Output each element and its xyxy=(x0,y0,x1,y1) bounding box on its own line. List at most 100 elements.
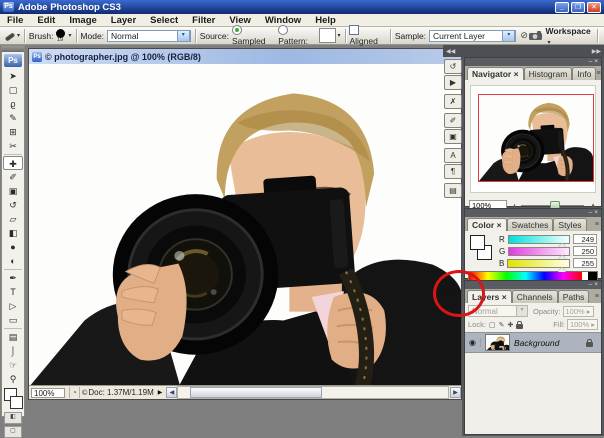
horizontal-scrollbar[interactable] xyxy=(177,386,449,399)
quick-mask-button[interactable]: ◧ xyxy=(4,412,22,424)
toolbox-grip[interactable] xyxy=(2,46,24,52)
green-slider[interactable] xyxy=(508,246,570,260)
mode-select[interactable]: Normal ▾ xyxy=(107,29,191,42)
tool-crop[interactable]: ⊞ xyxy=(3,125,23,139)
tool-dodge[interactable]: ◐ xyxy=(3,254,23,268)
status-menu-icon[interactable]: ▶ xyxy=(158,389,163,396)
tool-slice[interactable]: ✂ xyxy=(3,139,23,153)
tab-channels[interactable]: Channels xyxy=(511,290,558,303)
bridge-icon[interactable] xyxy=(528,30,542,41)
menu-image[interactable]: Image xyxy=(62,15,103,26)
tab-paths[interactable]: Paths xyxy=(557,290,590,303)
history-panel-icon[interactable]: ↺ xyxy=(444,59,462,74)
brush-dropdown-icon[interactable]: ▾ xyxy=(69,32,72,39)
tool-lasso[interactable]: ϱ xyxy=(3,97,23,111)
pattern-swatch[interactable] xyxy=(319,28,336,43)
ignore-adjustment-layers-icon[interactable]: ⊘ xyxy=(520,30,528,41)
tool-pen[interactable]: ✒ xyxy=(3,271,23,285)
menu-window[interactable]: Window xyxy=(258,15,308,26)
menu-view[interactable]: View xyxy=(222,15,257,26)
tool-path-selection[interactable]: ▷ xyxy=(3,299,23,313)
scrollbar-thumb[interactable] xyxy=(190,387,323,398)
collapse-left-chevrons-icon[interactable]: ◀◀ xyxy=(446,48,455,55)
brush-preview[interactable]: 19 xyxy=(55,28,65,43)
tool-clone-stamp[interactable]: ▣ xyxy=(3,184,23,198)
pattern-dropdown-icon[interactable]: ▾ xyxy=(338,32,341,39)
opacity-field[interactable]: 100% ▸ xyxy=(562,305,594,317)
collapse-right-chevrons-icon[interactable]: ▶▶ xyxy=(592,48,601,55)
paragraph-panel-icon[interactable]: ¶ xyxy=(444,164,462,179)
tool-gradient[interactable]: ◧ xyxy=(3,226,23,240)
brushes-panel-icon[interactable]: ✐ xyxy=(444,113,462,128)
minimize-button[interactable]: _ xyxy=(555,1,569,13)
menu-edit[interactable]: Edit xyxy=(30,15,62,26)
layer-comps-panel-icon[interactable]: ▤ xyxy=(444,183,462,198)
actions-panel-icon[interactable]: ▶ xyxy=(444,75,462,90)
healing-brush-tool-icon[interactable] xyxy=(4,31,16,42)
navigator-zoom-slider[interactable] xyxy=(521,200,585,211)
tool-presets-panel-icon[interactable]: ✗ xyxy=(444,94,462,109)
lock-all-icon[interactable] xyxy=(516,320,524,329)
menu-layer[interactable]: Layer xyxy=(104,15,143,26)
tool-notes[interactable]: ▤ xyxy=(3,330,23,344)
blue-value-field[interactable]: 255 xyxy=(573,258,597,268)
tab-styles[interactable]: Styles xyxy=(553,218,587,231)
character-panel-icon[interactable]: A xyxy=(444,148,462,163)
document-titlebar[interactable]: Ps © photographer.jpg @ 100% (RGB/8) xyxy=(29,49,461,64)
scroll-left-button[interactable]: ◀ xyxy=(166,387,178,398)
screen-mode-button[interactable]: ▢ xyxy=(4,426,22,438)
radio-sampled[interactable]: Sampled xyxy=(231,25,273,46)
zoom-level-field[interactable]: 100% xyxy=(31,387,65,398)
menu-select[interactable]: Select xyxy=(143,15,185,26)
tool-preset-dropdown-icon[interactable]: ▾ xyxy=(17,32,20,39)
restore-button[interactable]: ❐ xyxy=(571,1,585,13)
tool-brush[interactable]: ✐ xyxy=(3,170,23,184)
tab-color[interactable]: Color × xyxy=(467,218,507,231)
layer-row-background[interactable]: ◉ Background xyxy=(465,332,601,353)
close-button[interactable]: ✕ xyxy=(587,1,601,13)
lock-position-icon[interactable]: ✚ xyxy=(507,321,513,329)
lock-paint-icon[interactable]: ✎ xyxy=(499,321,505,329)
tab-info[interactable]: Info xyxy=(572,67,597,80)
sample-select[interactable]: Current Layer ▾ xyxy=(429,29,517,42)
tool-zoom[interactable]: ⚲ xyxy=(3,372,23,386)
blue-slider-thumb[interactable] xyxy=(558,266,566,272)
menu-help[interactable]: Help xyxy=(308,15,343,26)
tab-histogram[interactable]: Histogram xyxy=(523,67,573,80)
tool-spot-healing-brush[interactable]: ✚ xyxy=(3,156,23,170)
scroll-right-button[interactable]: ▶ xyxy=(450,387,461,398)
panel-menu-icon[interactable]: ≡ xyxy=(595,219,599,231)
navigator-view-box[interactable] xyxy=(478,94,594,182)
clone-source-panel-icon[interactable]: ▣ xyxy=(444,129,462,144)
tool-type[interactable]: T xyxy=(3,285,23,299)
panel-menu-icon[interactable]: ≡ xyxy=(596,68,600,80)
navigator-window-controls[interactable]: ‒ × xyxy=(465,58,601,66)
workspace-button[interactable]: Workspace ▾ xyxy=(546,26,594,46)
tool-quick-selection[interactable]: ✎ xyxy=(3,111,23,125)
tool-eraser[interactable]: ▱ xyxy=(3,212,23,226)
radio-pattern[interactable]: Pattern: xyxy=(278,25,316,46)
panel-menu-icon[interactable]: ≡ xyxy=(595,291,599,303)
tool-rectangular-marquee[interactable]: ▢ xyxy=(3,83,23,97)
tool-move[interactable]: ➤ xyxy=(3,69,23,83)
tool-hand[interactable]: ☞ xyxy=(3,358,23,372)
menu-file[interactable]: File xyxy=(0,15,30,26)
color-window-controls[interactable]: ‒ × xyxy=(465,209,601,217)
layers-window-controls[interactable]: ‒ × xyxy=(465,281,601,289)
tab-swatches[interactable]: Swatches xyxy=(506,218,554,231)
red-value-field[interactable]: 249 xyxy=(573,234,597,244)
aligned-checkbox[interactable]: Aligned xyxy=(349,25,386,46)
red-slider[interactable] xyxy=(507,234,570,248)
blue-slider[interactable] xyxy=(507,258,570,272)
fill-field[interactable]: 100% ▸ xyxy=(566,319,598,330)
canvas[interactable] xyxy=(29,64,461,385)
tool-blur[interactable]: ● xyxy=(3,240,23,254)
tool-eyedropper[interactable]: ⌡ xyxy=(3,344,23,358)
layer-name[interactable]: Background xyxy=(514,338,586,348)
visibility-eye-icon[interactable]: ◉ xyxy=(465,338,481,347)
menu-filter[interactable]: Filter xyxy=(185,15,222,26)
green-value-field[interactable]: 250 xyxy=(573,246,597,256)
layer-thumbnail[interactable] xyxy=(485,334,510,351)
tool-shape[interactable]: ▭ xyxy=(3,313,23,327)
panel-foreground-swatch[interactable] xyxy=(470,235,485,250)
